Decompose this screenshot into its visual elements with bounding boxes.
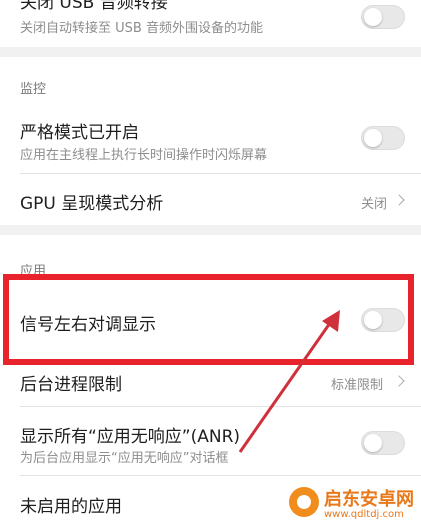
- chevron-right-icon: [393, 194, 405, 206]
- usb-audio-card: 关闭 USB 音频转接 关闭自动转接至 USB 音频外围设备的功能: [0, 0, 421, 47]
- bg-limit-title: 后台进程限制: [20, 375, 122, 395]
- usb-audio-title: 关闭 USB 音频转接: [20, 0, 168, 13]
- watermark-url: www.qdltdj.com: [324, 509, 404, 520]
- gpu-profile-row[interactable]: GPU 呈现模式分析 关闭: [0, 174, 421, 225]
- anr-row[interactable]: 显示所有“应用无响应”(ANR) 为后台应用显示“应用无响应”对话框: [0, 407, 421, 469]
- highlight-box: [3, 274, 414, 365]
- anr-title: 显示所有“应用无响应”(ANR): [20, 427, 241, 447]
- toggle-knob: [364, 129, 382, 147]
- usb-audio-row[interactable]: 关闭 USB 音频转接 关闭自动转接至 USB 音频外围设备的功能: [0, 0, 421, 47]
- strict-mode-subtitle: 应用在主线程上执行长时间操作时闪烁屏幕: [20, 148, 268, 163]
- chevron-right-icon: [393, 375, 405, 387]
- bg-limit-value: 标准限制: [331, 378, 384, 393]
- monitoring-section-header: 监控: [20, 82, 47, 97]
- anr-toggle[interactable]: [361, 431, 405, 455]
- watermark-logo-icon: [289, 487, 319, 517]
- gpu-profile-title: GPU 呈现模式分析: [20, 194, 164, 214]
- strict-mode-toggle[interactable]: [361, 126, 405, 150]
- site-watermark: 启东安卓网 www.qdltdj.com: [283, 483, 421, 525]
- gpu-profile-value: 关闭: [361, 197, 388, 212]
- toggle-knob: [364, 8, 382, 26]
- strict-mode-title: 严格模式已开启: [20, 123, 139, 143]
- strict-mode-row[interactable]: 严格模式已开启 应用在主线程上执行长时间操作时闪烁屏幕: [0, 109, 421, 171]
- toggle-knob: [364, 434, 382, 452]
- monitoring-card: 监控 严格模式已开启 应用在主线程上执行长时间操作时闪烁屏幕 GPU 呈现模式分…: [0, 57, 421, 225]
- watermark-name: 启东安卓网: [324, 489, 414, 510]
- anr-subtitle: 为后台应用显示“应用无响应”对话框: [20, 451, 229, 466]
- usb-audio-toggle[interactable]: [361, 5, 405, 29]
- inactive-apps-title: 未启用的应用: [20, 497, 122, 517]
- usb-audio-subtitle: 关闭自动转接至 USB 音频外围设备的功能: [20, 21, 263, 36]
